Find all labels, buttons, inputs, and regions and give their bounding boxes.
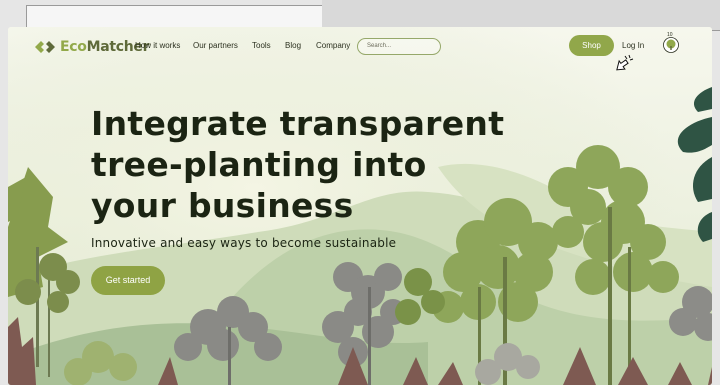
nav-company[interactable]: Company [316,41,350,50]
hero-title-line-2: tree-planting into [91,145,427,184]
search-placeholder: Search... [367,43,392,49]
login-link[interactable]: Log In [622,41,644,50]
nav-tools[interactable]: Tools [252,41,271,50]
nav-our-partners[interactable]: Our partners [193,41,238,50]
search-input[interactable]: Search... [357,38,441,55]
hero-subtitle: Innovative and easy ways to become susta… [91,236,397,250]
logo-arrows-icon [35,41,55,53]
tree-counter-icon[interactable] [662,36,680,54]
logo-eco: Eco [60,39,87,55]
hero-title: Integrate transparent tree-planting into… [91,103,511,226]
nav-blog[interactable]: Blog [285,41,301,50]
shop-button[interactable]: Shop [569,35,614,56]
hero-title-line-3: your business [91,186,354,225]
get-started-button[interactable]: Get started [91,266,165,295]
ecomatcher-logo[interactable]: EcoMatcher [34,39,150,55]
pointer-cursor-icon [616,54,634,71]
hero-title-line-1: Integrate transparent [91,104,505,143]
nav-how-it-works[interactable]: How it works [135,41,180,50]
webpage: EcoMatcher How it works Our partners Too… [8,27,712,385]
